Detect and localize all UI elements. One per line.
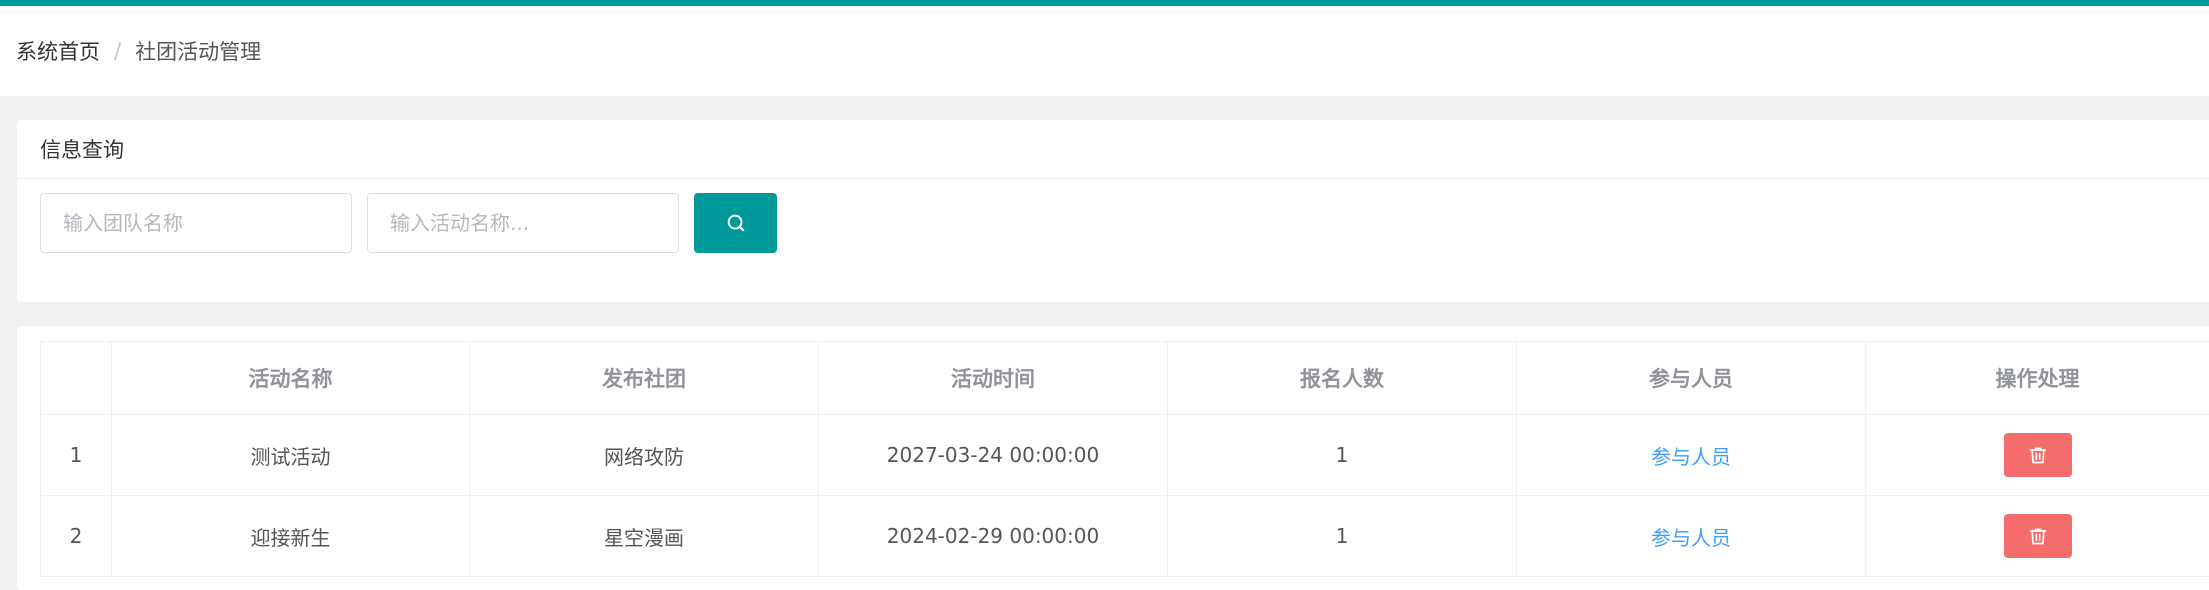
club-cell: 网络攻防	[469, 414, 819, 496]
delete-button[interactable]	[2003, 514, 2072, 558]
activity-table-panel: 活动名称 发布社团 活动时间 报名人数 参与人员 操作处理 1 测试活动 网络攻…	[17, 326, 2209, 590]
trash-icon	[2029, 528, 2046, 545]
column-header-participants: 参与人员	[1516, 341, 1866, 415]
table-header-row: 活动名称 发布社团 活动时间 报名人数 参与人员 操作处理	[40, 341, 2209, 415]
column-header-time: 活动时间	[818, 341, 1168, 415]
column-header-club: 发布社团	[469, 341, 819, 415]
signup-count-cell: 1	[1167, 414, 1517, 496]
participants-link[interactable]: 参与人员	[1651, 445, 1731, 469]
breadcrumb-current: 社团活动管理	[135, 40, 262, 64]
participants-cell: 参与人员	[1516, 414, 1866, 496]
search-panel: 信息查询	[17, 120, 2209, 302]
breadcrumb-separator: /	[114, 39, 122, 63]
activity-name-input[interactable]	[367, 193, 679, 253]
participants-cell: 参与人员	[1516, 495, 1866, 577]
trash-icon	[2029, 447, 2046, 464]
row-index: 2	[40, 495, 112, 577]
actions-cell	[1865, 414, 2209, 496]
actions-cell	[1865, 495, 2209, 577]
activity-time-cell: 2027-03-24 00:00:00	[818, 414, 1168, 496]
activity-name-cell: 测试活动	[111, 414, 470, 496]
activity-time-cell: 2024-02-29 00:00:00	[818, 495, 1168, 577]
row-index: 1	[40, 414, 112, 496]
activity-name-cell: 迎接新生	[111, 495, 470, 577]
column-header-signup-count: 报名人数	[1167, 341, 1517, 415]
column-header-index	[40, 341, 112, 415]
search-icon	[727, 214, 744, 232]
column-header-activity-name: 活动名称	[111, 341, 470, 415]
delete-button[interactable]	[2003, 433, 2072, 477]
club-cell: 星空漫画	[469, 495, 819, 577]
breadcrumb: 系统首页 / 社团活动管理	[0, 6, 2209, 96]
search-panel-title: 信息查询	[17, 120, 2209, 179]
breadcrumb-home-link[interactable]: 系统首页	[16, 36, 100, 66]
search-button[interactable]	[694, 193, 777, 253]
team-name-input[interactable]	[40, 193, 352, 253]
signup-count-cell: 1	[1167, 495, 1517, 577]
search-row	[40, 193, 777, 253]
activity-table: 活动名称 发布社团 活动时间 报名人数 参与人员 操作处理 1 测试活动 网络攻…	[40, 341, 2209, 577]
table-row: 1 测试活动 网络攻防 2027-03-24 00:00:00 1 参与人员	[40, 414, 2209, 496]
table-row: 2 迎接新生 星空漫画 2024-02-29 00:00:00 1 参与人员	[40, 495, 2209, 577]
column-header-actions: 操作处理	[1865, 341, 2209, 415]
participants-link[interactable]: 参与人员	[1651, 526, 1731, 550]
